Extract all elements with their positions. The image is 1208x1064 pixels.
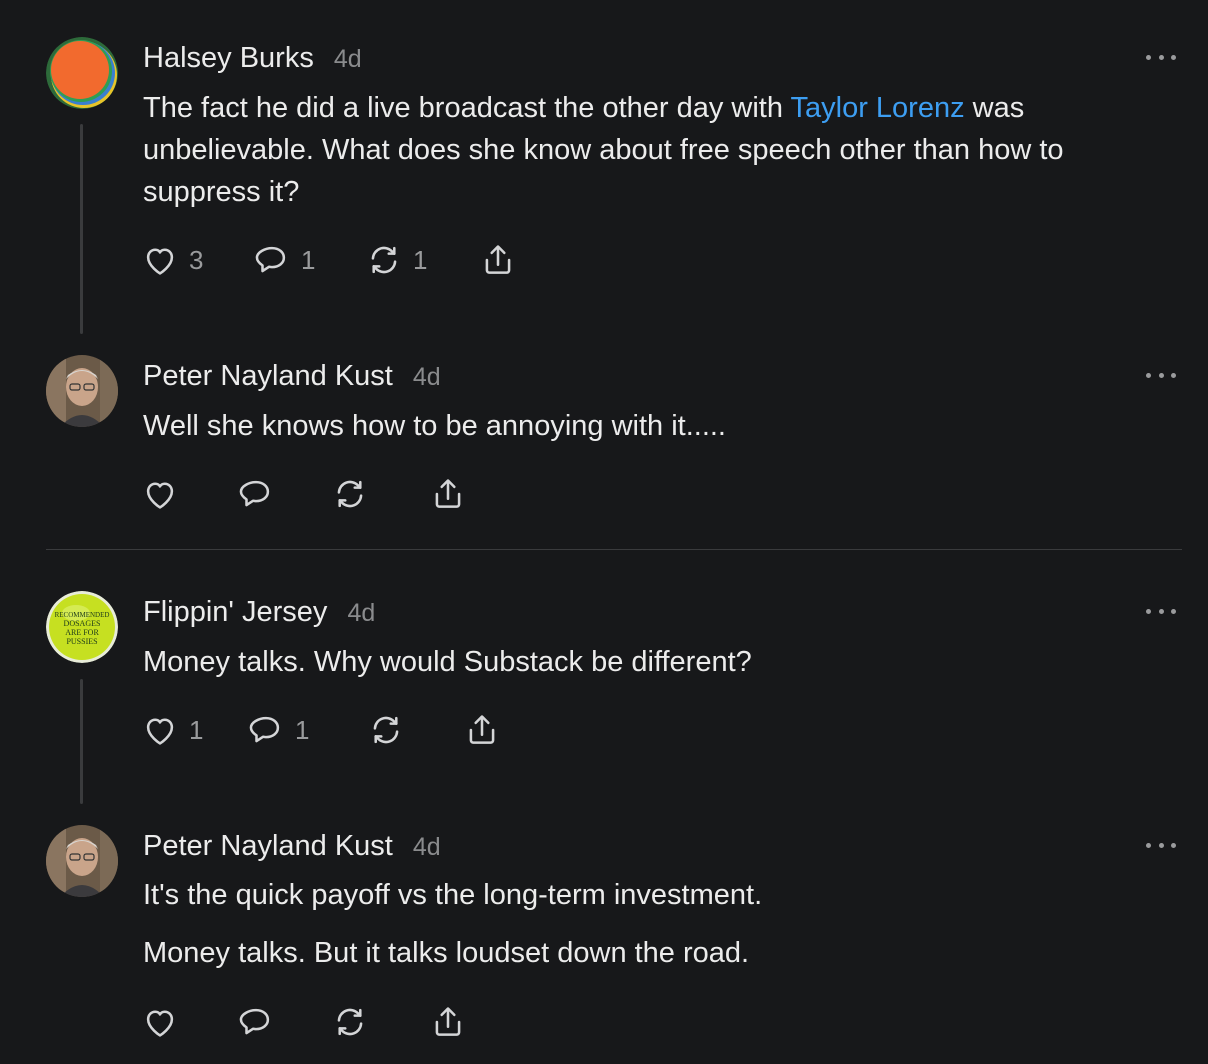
reply-count: 1 [301,244,316,275]
avatar[interactable]: RECOMMENDED DOSAGES ARE FOR PUSSIES [46,591,118,663]
restack-button[interactable] [331,474,369,514]
share-upload-icon [435,479,461,508]
share-upload-icon [435,1007,461,1036]
ellipsis-dot [1158,608,1164,614]
restack-button[interactable] [367,710,405,750]
like-button[interactable]: 3 [141,240,203,280]
speech-bubble-icon [239,480,270,507]
comment-text: Money talks. Why would Substack be diffe… [143,646,752,678]
heart-icon [146,1010,174,1037]
speech-bubble-icon [239,1008,270,1035]
timestamp[interactable]: 4d [413,363,441,392]
like-button[interactable] [141,474,179,514]
ellipsis-icon [1146,608,1151,614]
timestamp[interactable]: 4d [334,45,362,74]
comment-header: Flippin' Jersey 4d [143,596,375,629]
author-name[interactable]: Peter Nayland Kust [143,360,393,393]
reply-button[interactable] [237,1002,275,1042]
reply-button[interactable]: 1 [253,240,315,280]
ellipsis-icon [1146,842,1151,848]
comment-body: It's the quick payoff vs the long-term i… [143,874,1163,974]
restack-arrows-icon [337,480,363,508]
avatar[interactable] [46,355,118,427]
comment-header: Peter Nayland Kust 4d [143,360,441,393]
timestamp[interactable]: 4d [347,599,375,628]
restack-button[interactable]: 1 [365,240,427,280]
like-count: 3 [189,244,204,275]
share-button[interactable] [429,474,467,514]
heart-icon [146,482,174,509]
share-upload-icon [485,245,511,274]
ellipsis-dot [1171,842,1176,848]
share-button[interactable] [429,1002,467,1042]
thread-line [80,679,83,804]
ellipsis-dot [1158,54,1164,60]
avatar-badge-text: PUSSIES [66,637,97,646]
restack-arrows-icon [371,246,397,274]
comment-body: The fact he did a live broadcast the oth… [143,87,1163,213]
heart-icon [146,718,174,745]
comment-text: It's the quick payoff vs the long-term i… [143,879,763,911]
restack-arrows-icon [337,1008,363,1036]
comment-header: Peter Nayland Kust 4d [143,830,441,863]
reply-button[interactable]: 1 [247,710,309,750]
more-options-button[interactable] [1146,365,1176,385]
author-name[interactable]: Halsey Burks [143,42,314,75]
restack-button[interactable] [331,1002,369,1042]
reply-count: 1 [295,714,310,745]
ellipsis-dot [1171,54,1176,60]
like-button[interactable]: 1 [141,710,203,750]
comment-header: Halsey Burks 4d [143,42,362,75]
ellipsis-dot [1158,372,1164,378]
timestamp[interactable]: 4d [413,833,441,862]
restack-arrows-icon [373,716,399,744]
speech-bubble-icon [249,716,280,743]
author-name[interactable]: Peter Nayland Kust [143,830,393,863]
share-upload-icon [469,715,495,744]
thread-line [80,124,83,334]
comment-text: Money talks. But it talks loudset down t… [143,937,750,969]
more-options-button[interactable] [1146,601,1176,621]
comment-body: Well she knows how to be annoying with i… [143,405,1163,447]
comment-text: Well she knows how to be annoying with i… [143,410,726,442]
speech-bubble-icon [255,246,286,273]
comment-body: Money talks. Why would Substack be diffe… [143,641,1163,683]
like-count: 1 [189,714,204,745]
author-name[interactable]: Flippin' Jersey [143,596,327,629]
reply-button[interactable] [237,474,275,514]
comment-text: The fact he did a live broadcast the oth… [143,92,791,124]
ellipsis-icon [1146,372,1151,378]
restack-count: 1 [413,244,428,275]
avatar[interactable] [46,825,118,897]
avatar-badge-text: ARE FOR [65,628,99,637]
thread-divider [46,549,1182,550]
heart-icon [146,248,174,275]
ellipsis-icon [1146,54,1151,60]
avatar-badge-text: DOSAGES [64,619,101,628]
share-button[interactable] [479,240,517,280]
more-options-button[interactable] [1146,835,1176,855]
mention-link[interactable]: Taylor Lorenz [791,92,965,124]
avatar[interactable] [46,37,118,109]
ellipsis-dot [1171,608,1176,614]
ellipsis-dot [1158,842,1164,848]
ellipsis-dot [1171,372,1176,378]
like-button[interactable] [141,1002,179,1042]
share-button[interactable] [463,710,501,750]
avatar-badge-text: RECOMMENDED [55,611,110,619]
more-options-button[interactable] [1146,47,1176,67]
